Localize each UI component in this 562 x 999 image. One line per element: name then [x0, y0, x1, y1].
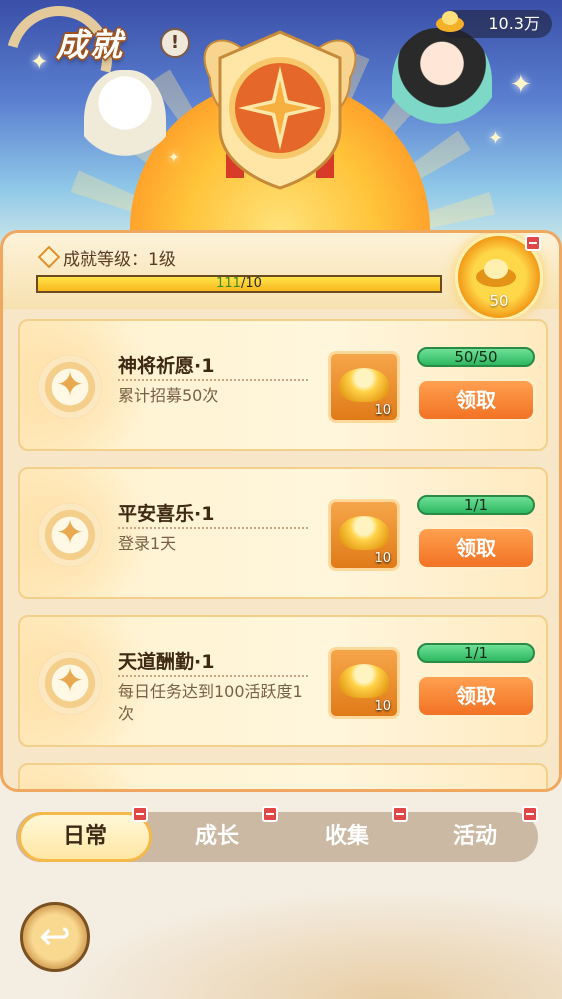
- achievement-desc: 登录1天: [118, 534, 177, 553]
- gold-ingot-icon: [339, 516, 389, 550]
- claim-button[interactable]: 领取: [417, 675, 535, 717]
- divider: [118, 527, 308, 529]
- card-decoration: [20, 765, 150, 789]
- tab-label: 收集: [324, 824, 369, 849]
- tab-label: 活动: [452, 824, 497, 849]
- reward-qty: 10: [374, 551, 391, 566]
- gold-ingot-icon: [436, 11, 464, 32]
- claim-button[interactable]: 领取: [417, 527, 535, 569]
- achievement-name: 天道酬勤·1: [118, 651, 215, 673]
- achievement-progress: 50/50: [417, 347, 535, 367]
- compass-medal-icon: [38, 503, 102, 567]
- progress-current: 111: [216, 276, 241, 291]
- star-icon: ✦: [510, 70, 532, 100]
- gold-ingot-icon: [339, 664, 389, 698]
- reward-qty: 10: [374, 699, 391, 714]
- level-progress-text: 111/10: [38, 277, 440, 291]
- notification-badge: [132, 806, 148, 822]
- notification-badge: [522, 806, 538, 822]
- reward-item[interactable]: 10: [328, 499, 400, 571]
- achievement-emblem: [203, 30, 357, 190]
- currency-amount: 10.3万: [488, 14, 540, 33]
- notification-badge: [392, 806, 408, 822]
- reward-qty: 10: [374, 403, 391, 418]
- achievement-desc: 每日任务达到100活跃度1次: [118, 682, 303, 723]
- back-arrow-icon: ↩: [39, 914, 71, 958]
- achievement-panel: 成就等级：1级 111/10 50 神将祈愿·1 累计招募50次 10 50/5…: [0, 230, 562, 792]
- currency-display: 10.3万: [436, 10, 552, 38]
- exclamation-icon: !: [170, 32, 180, 53]
- achievement-desc: 累计招募50次: [118, 386, 219, 405]
- achievement-card: 天道酬勤·1 每日任务达到100活跃度1次 10 1/1 领取: [18, 615, 548, 747]
- tab-label: 成长: [194, 824, 239, 849]
- divider: [118, 675, 308, 677]
- chibi-character-right: [392, 28, 492, 146]
- notification-badge: [262, 806, 278, 822]
- achievement-card-partial: [18, 763, 548, 789]
- level-label: 成就等级：1级: [63, 250, 176, 270]
- star-icon: ✦: [488, 128, 504, 149]
- progress-rest: /10: [240, 276, 262, 291]
- achievement-card: 神将祈愿·1 累计招募50次 10 50/50 领取: [18, 319, 548, 451]
- star-icon: ✦: [168, 150, 180, 166]
- back-button[interactable]: ↩: [20, 902, 90, 972]
- diamond-icon: [37, 245, 61, 269]
- notification-badge: [525, 235, 541, 251]
- info-button[interactable]: !: [160, 28, 190, 58]
- reward-count: 50: [489, 292, 509, 310]
- page-title: 成就: [56, 26, 125, 64]
- achievement-progress: 1/1: [417, 495, 535, 515]
- compass-medal-icon: [38, 355, 102, 419]
- achievement-card: 平安喜乐·1 登录1天 10 1/1 领取: [18, 467, 548, 599]
- gold-ingot-icon: [339, 368, 389, 402]
- compass-medal-icon: [38, 651, 102, 715]
- achievement-progress: 1/1: [417, 643, 535, 663]
- achievement-name: 平安喜乐·1: [118, 503, 215, 525]
- reward-item[interactable]: 10: [328, 351, 400, 423]
- divider: [118, 379, 308, 381]
- star-icon: ✦: [30, 50, 49, 75]
- chibi-character-left: [84, 70, 166, 180]
- achievement-name: 神将祈愿·1: [118, 355, 215, 377]
- level-progress-bar: 111/10: [36, 275, 442, 293]
- claim-button[interactable]: 领取: [417, 379, 535, 421]
- level-section: 成就等级：1级 111/10 50: [3, 233, 559, 321]
- reward-item[interactable]: 10: [328, 647, 400, 719]
- page-header: 成就: [56, 20, 124, 66]
- tab-label: 日常: [62, 824, 107, 849]
- tab-event[interactable]: 活动: [412, 812, 538, 862]
